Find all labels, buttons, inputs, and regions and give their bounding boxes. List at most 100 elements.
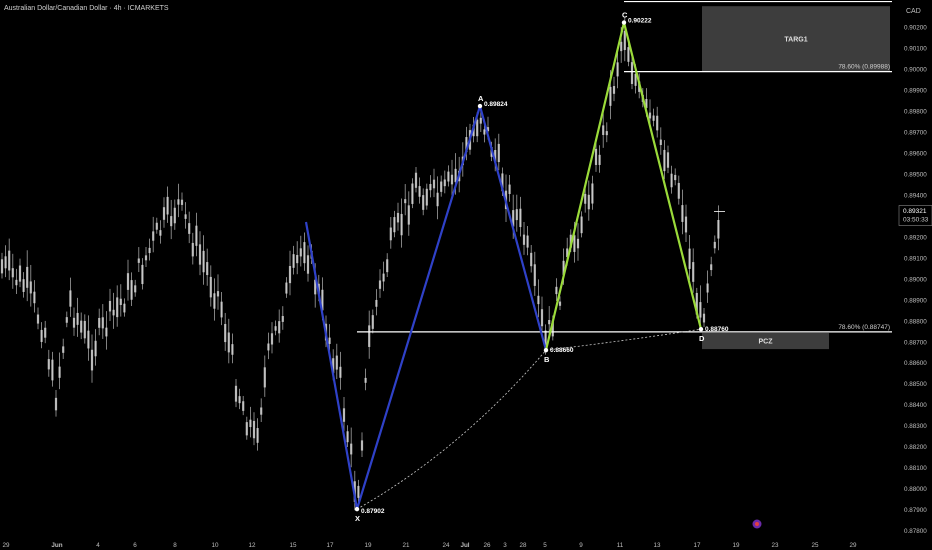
point-letter: X [355,514,360,523]
zone-label: PCZ [759,339,774,346]
candle-body [292,254,295,268]
candle-body [296,254,299,264]
candle-body [508,184,511,194]
candle-body [407,205,410,225]
candle-body [80,320,83,333]
point-value: 0.88660 [550,347,574,354]
candle-body [213,293,216,309]
candle-body [605,131,608,136]
candles-layer [0,17,720,511]
candle-body [87,330,90,349]
current-price-countdown: 03:50:33 [903,217,929,224]
candle-body [267,343,270,351]
point-a [477,103,483,109]
candle-body [159,230,162,236]
candle-body [515,209,518,221]
candle-body [152,231,155,241]
y-tick-label: 0.89600 [904,151,927,158]
x-tick-label: 11 [617,542,624,549]
y-tick-label: 0.88600 [904,360,927,367]
point-c [621,20,627,25]
candle-body [299,248,302,257]
candle-body [677,182,680,199]
candle-body [119,298,122,305]
candle-body [360,440,364,451]
point-value: 0.89824 [484,101,508,108]
point-b [543,347,549,353]
candle-body [263,367,266,388]
candle-body [206,262,209,276]
candle-body [630,62,634,84]
candle-body [584,193,587,204]
candle-body [101,317,104,329]
x-tick-label: 23 [771,542,779,549]
candle-body [29,281,32,294]
candle-body [396,212,400,223]
candle-body [126,273,130,290]
candle-body [238,396,241,404]
candle-body [303,242,306,264]
candle-body [580,216,583,234]
candle-body [328,337,331,344]
x-tick-label: 25 [811,542,819,549]
y-tick-label: 0.88400 [904,402,927,409]
candle-body [656,115,659,131]
candle-body [540,309,544,327]
y-tick-label: 0.88700 [904,339,927,346]
level-label: 78.60% (0.88747) [838,324,890,331]
candle-body [576,238,580,249]
candle-body [116,297,119,318]
point-value: 0.88760 [705,326,729,333]
candle-body [389,227,392,241]
y-tick-label: 0.88100 [904,465,927,472]
candle-body [623,30,626,51]
y-tick-label: 0.88500 [904,381,927,388]
x-tick-label: 9 [579,542,583,549]
candle-body [288,266,292,284]
point-letter: D [699,334,705,343]
candle-body [0,259,4,274]
current-price-value: 0.89321 [903,208,927,215]
candle-body [270,333,274,345]
candle-body [522,234,526,245]
candle-body [245,422,248,436]
x-tick-label: 21 [402,542,410,549]
candle-body [306,255,310,274]
y-tick-label: 0.89400 [904,192,927,199]
candle-body [375,299,378,307]
candle-body [173,207,176,224]
candle-body [587,194,590,210]
candle-body [404,199,407,204]
candle-body [98,317,101,328]
point-value: 0.87902 [361,508,385,515]
candle-body [666,152,670,168]
candle-body [479,117,482,124]
candle-body [425,188,428,206]
x-tick-label: Jun [51,542,62,549]
price-chart[interactable]: TARG1 PCZ 78.60% (0.89988) 78.60% (0.88747)… [0,0,932,550]
candle-body [62,346,65,353]
candle-body [616,62,619,77]
y-tick-label: 0.89700 [904,130,927,137]
candle-body [170,216,173,227]
candle-body [692,262,695,282]
x-tick-label: 26 [483,542,491,549]
candle-body [40,329,43,342]
candle-body [364,377,367,383]
candle-body [112,309,115,316]
y-tick-label: 0.88300 [904,423,927,430]
y-tick-label: 0.88000 [904,486,927,493]
x-tick-label: 10 [211,542,219,549]
x-tick-label: 19 [732,542,740,549]
x-tick-label: 13 [653,542,661,549]
candle-body [357,485,360,498]
x-tick-label: 19 [364,542,372,549]
y-tick-label: 0.87800 [904,528,927,535]
candle-body [234,385,238,402]
candle-body [51,359,54,381]
candle-body [418,186,421,197]
candle-body [411,183,414,204]
axes-layer: CAD 0.90200 0.90100 0.90000 0.89900 0.89800 0.… [0,0,932,550]
candle-body [440,181,443,192]
candle-body [706,283,709,293]
